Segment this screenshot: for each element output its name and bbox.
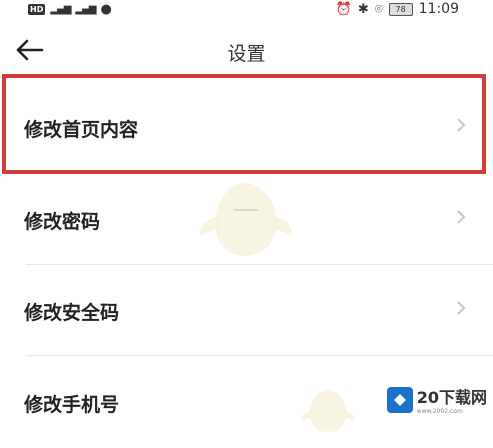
menu-item-change-password[interactable]: 修改密码 xyxy=(0,174,493,265)
status-time: 11:09 xyxy=(418,1,459,17)
menu-item-label: 修改首页内容 xyxy=(24,119,139,141)
brand-logo-icon xyxy=(386,386,413,413)
chevron-right-icon xyxy=(457,301,466,315)
menu-item-label: 修改安全码 xyxy=(24,302,120,324)
signal-icon-2: ▂▄▆ xyxy=(75,4,96,15)
status-left-group: HD ▂▄▆ ▂▄▆ ● xyxy=(28,2,112,17)
menu-item-label: 修改手机号 xyxy=(24,394,120,416)
page-title: 设置 xyxy=(227,43,266,65)
menu-item-label: 修改密码 xyxy=(24,211,101,233)
hd-badge: HD xyxy=(28,4,46,15)
watermark-logo: 20下载网 www.2002.com xyxy=(386,384,487,415)
watermark-brand: 20下载网 xyxy=(416,388,487,407)
header-bar: 设置 xyxy=(0,22,493,84)
menu-item-change-security-code[interactable]: 修改安全码 xyxy=(0,265,493,356)
battery-icon: 78 xyxy=(388,2,413,16)
divider xyxy=(26,355,493,356)
menu-item-edit-home-content[interactable]: 修改首页内容 xyxy=(0,82,493,173)
location-icon: ⌾ xyxy=(374,1,383,17)
chevron-right-icon xyxy=(457,210,466,224)
message-icon: ● xyxy=(100,2,112,17)
chevron-right-icon xyxy=(457,118,466,132)
bluetooth-icon: ✱ xyxy=(357,1,369,17)
watermark-url: www.2002.com xyxy=(416,408,463,415)
alarm-icon: ⏰ xyxy=(335,1,352,17)
status-bar: HD ▂▄▆ ▂▄▆ ● ⏰ ✱ ⌾ 78 11:09 xyxy=(0,0,493,22)
signal-icon: ▂▄▆ xyxy=(50,4,71,15)
status-right-group: ⏰ ✱ ⌾ 78 11:09 xyxy=(336,1,459,17)
